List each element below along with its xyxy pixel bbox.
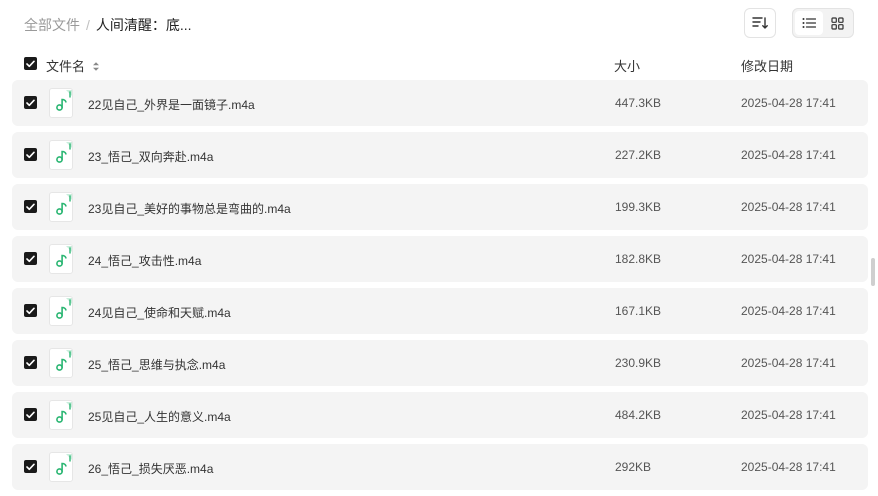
select-all-checkbox[interactable] — [24, 57, 37, 70]
file-name[interactable]: 25_悟己_思维与执念.m4a — [88, 356, 225, 373]
check-icon — [26, 99, 35, 106]
list-view-button[interactable] — [795, 11, 823, 35]
file-modified-date: 2025-04-28 17:41 — [741, 460, 836, 474]
file-row[interactable]: 22见自己_外界是一面镜子.m4a 447.3KB 2025-04-28 17:41 — [12, 80, 868, 126]
breadcrumb-separator: / — [86, 17, 90, 33]
file-row[interactable]: 25见自己_人生的意义.m4a 484.2KB 2025-04-28 17:41 — [12, 392, 868, 438]
check-icon — [26, 203, 35, 210]
file-size: 447.3KB — [615, 96, 662, 110]
audio-file-icon — [49, 400, 73, 430]
file-size: 182.8KB — [615, 252, 662, 266]
file-modified-date: 2025-04-28 17:41 — [741, 304, 836, 318]
file-row[interactable]: 23见自己_美好的事物总是弯曲的.m4a 199.3KB 2025-04-28 17… — [12, 184, 868, 230]
view-toggle — [792, 8, 854, 38]
file-size: 230.9KB — [615, 356, 662, 370]
breadcrumb-current-folder: 人间清醒：底... — [95, 17, 192, 33]
breadcrumb-root-link[interactable]: 全部文件 — [24, 15, 80, 35]
file-modified-date: 2025-04-28 17:41 — [741, 252, 836, 266]
column-header-size[interactable]: 大小 — [614, 56, 640, 75]
file-row[interactable]: 24见自己_使命和天赋.m4a 167.1KB 2025-04-28 17:41 — [12, 288, 868, 334]
list-view-icon — [802, 18, 816, 28]
file-size: 167.1KB — [615, 304, 662, 318]
file-name[interactable]: 26_悟己_损失厌恶.m4a — [88, 460, 213, 477]
row-checkbox[interactable] — [24, 148, 37, 161]
grid-view-icon — [830, 16, 844, 30]
check-icon — [26, 255, 35, 262]
grid-view-button[interactable] — [823, 11, 851, 35]
audio-file-icon — [49, 192, 73, 222]
file-name[interactable]: 24见自己_使命和天赋.m4a — [88, 304, 231, 321]
file-name[interactable]: 23见自己_美好的事物总是弯曲的.m4a — [88, 200, 291, 217]
check-icon — [26, 151, 35, 158]
file-name[interactable]: 22见自己_外界是一面镜子.m4a — [88, 96, 255, 113]
audio-file-icon — [49, 452, 73, 482]
sort-toggle-icon — [92, 62, 99, 71]
sort-icon — [752, 17, 768, 29]
file-size: 227.2KB — [615, 148, 662, 162]
audio-file-icon — [49, 296, 73, 326]
row-checkbox[interactable] — [24, 460, 37, 473]
audio-file-icon — [49, 348, 73, 378]
audio-file-icon — [49, 140, 73, 170]
row-checkbox[interactable] — [24, 200, 37, 213]
file-modified-date: 2025-04-28 17:41 — [741, 148, 836, 162]
file-row[interactable]: 23_悟己_双向奔赴.m4a 227.2KB 2025-04-28 17:41 — [12, 132, 868, 178]
file-modified-date: 2025-04-28 17:41 — [741, 96, 836, 110]
file-row[interactable]: 25_悟己_思维与执念.m4a 230.9KB 2025-04-28 17:41 — [12, 340, 868, 386]
audio-file-icon — [49, 244, 73, 274]
file-row[interactable]: 24_悟己_攻击性.m4a 182.8KB 2025-04-28 17:41 — [12, 236, 868, 282]
file-modified-date: 2025-04-28 17:41 — [741, 356, 836, 370]
file-name[interactable]: 25见自己_人生的意义.m4a — [88, 408, 231, 425]
check-icon — [26, 411, 35, 418]
row-checkbox[interactable] — [24, 252, 37, 265]
file-size: 199.3KB — [615, 200, 662, 214]
row-checkbox[interactable] — [24, 356, 37, 369]
file-name[interactable]: 23_悟己_双向奔赴.m4a — [88, 148, 213, 165]
row-checkbox[interactable] — [24, 304, 37, 317]
breadcrumb: 全部文件 / 人间清醒：底... — [24, 15, 192, 35]
row-checkbox[interactable] — [24, 408, 37, 421]
audio-file-icon — [49, 88, 73, 118]
file-row[interactable]: 26_悟己_损失厌恶.m4a 292KB 2025-04-28 17:41 — [12, 444, 868, 490]
row-checkbox[interactable] — [24, 96, 37, 109]
file-list-header: 文件名 大小 修改日期 — [0, 52, 878, 76]
scrollbar-thumb[interactable] — [871, 258, 875, 286]
file-size: 292KB — [615, 460, 652, 474]
file-name[interactable]: 24_悟己_攻击性.m4a — [88, 252, 201, 269]
sort-button[interactable] — [744, 8, 776, 38]
file-modified-date: 2025-04-28 17:41 — [741, 408, 836, 422]
check-icon — [26, 463, 35, 470]
check-icon — [26, 359, 35, 366]
column-header-modified[interactable]: 修改日期 — [741, 56, 793, 75]
file-size: 484.2KB — [615, 408, 662, 422]
column-name-label: 文件名 — [46, 59, 86, 74]
check-icon — [26, 307, 35, 314]
file-modified-date: 2025-04-28 17:41 — [741, 200, 836, 214]
file-list: 22见自己_外界是一面镜子.m4a 447.3KB 2025-04-28 17:41… — [12, 80, 868, 496]
check-icon — [26, 60, 35, 67]
column-header-name[interactable]: 文件名 — [46, 56, 100, 75]
